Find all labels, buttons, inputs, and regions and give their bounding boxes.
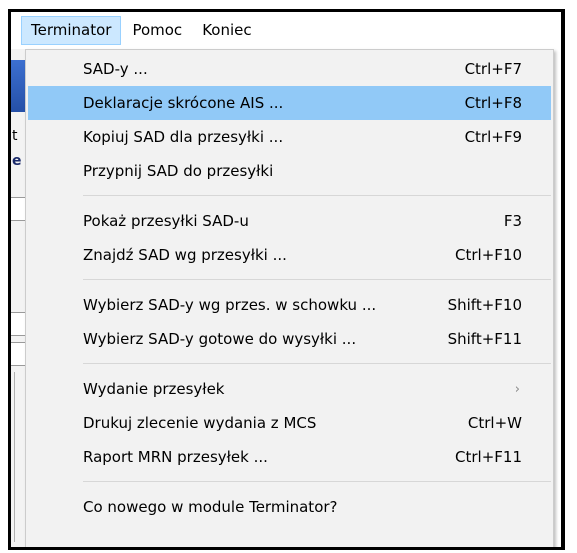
menu-item-wybierz-sad-schowek[interactable]: Wybierz SAD-y wg przes. w schowku ... Sh…: [28, 288, 551, 322]
background-field: [11, 312, 26, 336]
app-window: t e Terminator Pomoc Koniec SAD-y ... Ct…: [8, 9, 565, 550]
menu-item-znajdz-sad[interactable]: Znajdź SAD wg przesyłki ... Ctrl+F10: [28, 238, 551, 272]
menu-item-label: Wydanie przesyłek: [83, 380, 225, 398]
menu-item-label: SAD-y ...: [83, 60, 148, 78]
menu-item-shortcut: Ctrl+F7: [464, 60, 522, 78]
menu-item-shortcut: Ctrl+F9: [464, 128, 522, 146]
background-text-fragment: e: [12, 153, 22, 169]
terminator-dropdown-menu: SAD-y ... Ctrl+F7 Deklaracje skrócone AI…: [25, 49, 554, 547]
menu-separator: [83, 481, 551, 482]
menu-item-label: Kopiuj SAD dla przesyłki ...: [83, 128, 284, 146]
menubar-pomoc[interactable]: Pomoc: [123, 16, 191, 45]
background-field: [11, 342, 26, 366]
menu-item-wybierz-sad-gotowe[interactable]: Wybierz SAD-y gotowe do wysyłki ... Shif…: [28, 322, 551, 356]
menu-item-shortcut: Ctrl+W: [467, 414, 522, 432]
menu-item-co-nowego[interactable]: Co nowego w module Terminator?: [28, 490, 551, 524]
menu-separator: [83, 279, 551, 280]
background-field: [11, 197, 26, 221]
menu-item-shortcut: Ctrl+F8: [464, 94, 522, 112]
menu-item-shortcut: F3: [503, 212, 522, 230]
menu-bar: Terminator Pomoc Koniec: [11, 12, 561, 49]
background-text-fragment: t: [12, 128, 18, 144]
background-divider: [14, 372, 15, 542]
submenu-arrow-icon: ›: [514, 381, 520, 397]
menu-item-label: Wybierz SAD-y gotowe do wysyłki ...: [83, 330, 357, 348]
menu-item-deklaracje-skrocone-ais[interactable]: Deklaracje skrócone AIS ... Ctrl+F8: [28, 86, 551, 120]
menu-item-shortcut: Ctrl+F11: [455, 448, 522, 466]
menu-item-pokaz-przesylki[interactable]: Pokaż przesyłki SAD-u F3: [28, 204, 551, 238]
menu-item-label: Pokaż przesyłki SAD-u: [83, 212, 249, 230]
menu-item-raport-mrn[interactable]: Raport MRN przesyłek ... Ctrl+F11: [28, 440, 551, 474]
menu-separator: [83, 195, 551, 196]
menu-item-shortcut: Shift+F10: [447, 296, 522, 314]
menu-item-shortcut: Ctrl+F10: [455, 246, 522, 264]
menubar-koniec[interactable]: Koniec: [193, 16, 260, 45]
menu-item-kopiuj-sad[interactable]: Kopiuj SAD dla przesyłki ... Ctrl+F9: [28, 120, 551, 154]
menu-item-label: Przypnij SAD do przesyłki: [83, 162, 274, 180]
menu-item-shortcut: Shift+F11: [447, 330, 522, 348]
menu-item-label: Drukuj zlecenie wydania z MCS: [83, 414, 317, 432]
menu-item-label: Co nowego w module Terminator?: [83, 498, 338, 516]
menu-item-label: Znajdź SAD wg przesyłki ...: [83, 246, 287, 264]
menu-item-label: Wybierz SAD-y wg przes. w schowku ...: [83, 296, 377, 314]
menu-item-label: Deklaracje skrócone AIS ...: [83, 94, 284, 112]
menu-item-wydanie-przesylek[interactable]: Wydanie przesyłek ›: [28, 372, 551, 406]
menu-item-sad-y[interactable]: SAD-y ... Ctrl+F7: [28, 52, 551, 86]
menu-item-drukuj-zlecenie[interactable]: Drukuj zlecenie wydania z MCS Ctrl+W: [28, 406, 551, 440]
menu-separator: [83, 363, 551, 364]
menu-item-label: Raport MRN przesyłek ...: [83, 448, 268, 466]
menu-item-przypnij-sad[interactable]: Przypnij SAD do przesyłki: [28, 154, 551, 188]
menubar-terminator[interactable]: Terminator: [21, 16, 122, 45]
